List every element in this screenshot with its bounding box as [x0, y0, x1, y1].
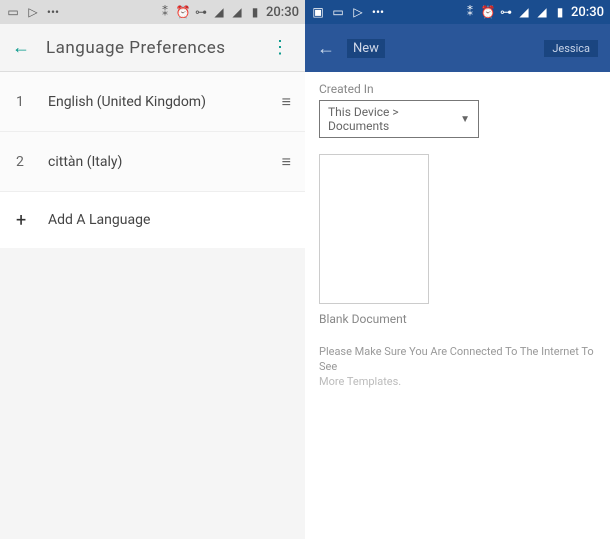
blank-document-thumbnail[interactable]: [319, 154, 429, 304]
internet-message: Please Make Sure You Are Connected To Th…: [319, 344, 596, 375]
drag-handle-icon[interactable]: ≡: [282, 92, 289, 112]
content-area: Created In This Device > Documents ▼ Bla…: [305, 72, 610, 398]
list-item[interactable]: 2 cittàn (Italy) ≡: [0, 132, 305, 192]
clock: 20:30: [266, 5, 299, 20]
back-arrow-icon[interactable]: ←: [317, 38, 335, 59]
play-store-icon: ▷: [351, 5, 365, 19]
signal-icon: ◢: [230, 5, 244, 19]
dropdown-value: This Device > Documents: [328, 105, 460, 133]
drag-handle-icon[interactable]: ≡: [282, 152, 289, 172]
more-templates-link[interactable]: More Templates.: [319, 375, 596, 388]
laptop-icon: ▭: [331, 5, 345, 19]
created-in-label: Created In: [319, 82, 596, 96]
page-title: New: [347, 39, 385, 58]
item-index: 1: [16, 94, 40, 110]
add-language-button[interactable]: + Add A Language: [0, 192, 305, 248]
alarm-icon: ⏰: [481, 5, 495, 19]
language-list: 1 English (United Kingdom) ≡ 2 cittàn (I…: [0, 72, 305, 248]
chevron-down-icon: ▼: [460, 114, 470, 125]
account-label[interactable]: Jessica: [544, 40, 598, 57]
overflow-menu-icon[interactable]: ⋮: [267, 37, 293, 58]
image-icon: ▣: [311, 5, 325, 19]
play-store-icon: ▷: [26, 5, 40, 19]
more-icon: •••: [46, 5, 60, 19]
alarm-icon: ⏰: [176, 5, 190, 19]
vpn-key-icon: ⊶: [499, 5, 513, 19]
blank-document-label: Blank Document: [319, 312, 596, 326]
app-bar: ← Language Preferences ⋮: [0, 24, 305, 72]
add-language-label: Add A Language: [48, 212, 150, 228]
page-title: Language Preferences: [46, 38, 267, 58]
clock: 20:30: [571, 5, 604, 20]
back-arrow-icon[interactable]: ←: [12, 37, 30, 58]
location-dropdown[interactable]: This Device > Documents ▼: [319, 100, 479, 138]
bluetooth-icon: ⁑: [463, 5, 477, 19]
more-icon: •••: [371, 5, 385, 19]
wifi-icon: ◢: [212, 5, 226, 19]
language-name: cittàn (Italy): [48, 154, 282, 170]
laptop-icon: ▭: [6, 5, 20, 19]
item-index: 2: [16, 154, 40, 170]
battery-icon: ▮: [553, 5, 567, 19]
status-bar: ▣ ▭ ▷ ••• ⁑ ⏰ ⊶ ◢ ◢ ▮ 20:30: [305, 0, 610, 24]
plus-icon: +: [16, 210, 40, 231]
signal-icon: ◢: [535, 5, 549, 19]
bluetooth-icon: ⁑: [158, 5, 172, 19]
app-bar: ← New Jessica: [305, 24, 610, 72]
battery-icon: ▮: [248, 5, 262, 19]
status-bar: ▭ ▷ ••• ⁑ ⏰ ⊶ ◢ ◢ ▮ 20:30: [0, 0, 305, 24]
wifi-icon: ◢: [517, 5, 531, 19]
vpn-key-icon: ⊶: [194, 5, 208, 19]
list-item[interactable]: 1 English (United Kingdom) ≡: [0, 72, 305, 132]
language-name: English (United Kingdom): [48, 94, 282, 110]
